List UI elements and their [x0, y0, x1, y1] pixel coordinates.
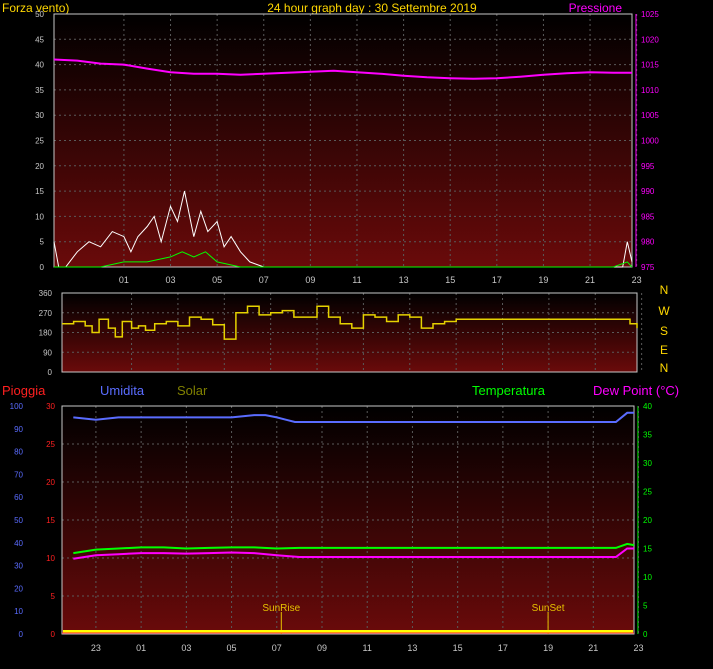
x-tick-label: 01	[136, 643, 146, 653]
weather-chart: Forza vento) 24 hour graph day : 30 Sette…	[2, 1, 679, 653]
x-tick-label: 03	[181, 643, 191, 653]
legend-label: Dew Point (°C)	[593, 383, 679, 398]
tick-label-left: 40	[35, 61, 44, 70]
tick-label-left: 0	[40, 263, 45, 272]
sun-annotation: SunRise	[262, 603, 300, 614]
x-tick-label: 23	[634, 643, 644, 653]
x-tick-label: 13	[399, 275, 409, 285]
humidity-tick-label: 80	[14, 448, 23, 457]
humidity-tick-label: 90	[14, 425, 23, 434]
header-right-label: Pressione	[569, 1, 623, 15]
x-tick-label: 17	[492, 275, 502, 285]
legend-label: Solar	[177, 383, 208, 398]
humidity-tick-label: 20	[14, 584, 23, 593]
tick-label-right: 1025	[641, 10, 659, 19]
compass-label: E	[660, 343, 668, 357]
x-tick-label: 07	[259, 275, 269, 285]
tick-label-right: 985	[641, 212, 655, 221]
legend-label: Temperatura	[472, 383, 546, 398]
tick-label-left: 30	[35, 111, 44, 120]
x-tick-label: 05	[227, 643, 237, 653]
compass-label: W	[658, 304, 670, 318]
compass-label: S	[660, 324, 668, 338]
humidity-tick-label: 10	[14, 607, 23, 616]
x-tick-label: 11	[363, 643, 372, 653]
temp-tick-label: 0	[643, 630, 648, 639]
x-tick-label: 15	[445, 275, 455, 285]
rain-tick-label: 5	[51, 592, 56, 601]
legend-label: Pioggia	[2, 383, 46, 398]
tick-label-left: 10	[35, 212, 44, 221]
compass-label: N	[660, 361, 669, 375]
temp-tick-label: 15	[643, 545, 652, 554]
x-tick-label: 21	[588, 643, 598, 653]
tick-label-right: 1020	[641, 35, 659, 44]
x-tick-label: 05	[212, 275, 222, 285]
sun-annotation: SunSet	[532, 603, 565, 614]
tick-label-right: 975	[641, 263, 655, 272]
direction-tick-label: 270	[39, 309, 53, 318]
tick-label-left: 20	[35, 162, 44, 171]
humidity-tick-label: 30	[14, 562, 23, 571]
humidity-tick-label: 40	[14, 539, 23, 548]
compass-label: N	[660, 283, 669, 297]
rain-tick-label: 30	[46, 402, 55, 411]
tick-label-left: 25	[35, 137, 44, 146]
tick-label-right: 1010	[641, 86, 659, 95]
legend-label: Umidita	[100, 383, 145, 398]
x-tick-label: 11	[352, 275, 361, 285]
humidity-tick-label: 50	[14, 516, 23, 525]
rain-tick-label: 15	[46, 516, 55, 525]
x-tick-label: 09	[305, 275, 315, 285]
humidity-tick-label: 60	[14, 493, 23, 502]
tick-label-right: 1015	[641, 61, 659, 70]
humidity-tick-label: 0	[19, 630, 24, 639]
tick-label-right: 995	[641, 162, 655, 171]
x-tick-label: 17	[498, 643, 508, 653]
x-tick-label: 07	[272, 643, 282, 653]
tick-label-right: 1000	[641, 137, 659, 146]
temp-tick-label: 5	[643, 602, 648, 611]
tick-label-right: 1005	[641, 111, 659, 120]
temp-tick-label: 40	[643, 402, 652, 411]
direction-tick-label: 0	[48, 368, 53, 377]
temp-tick-label: 30	[643, 459, 652, 468]
x-tick-label: 03	[166, 275, 176, 285]
x-tick-label: 19	[543, 643, 553, 653]
direction-tick-label: 360	[39, 289, 53, 298]
temp-tick-label: 10	[643, 573, 652, 582]
rain-tick-label: 25	[46, 440, 55, 449]
x-tick-label: 09	[317, 643, 327, 653]
direction-tick-label: 90	[43, 348, 52, 357]
humidity-tick-label: 70	[14, 470, 23, 479]
tick-label-left: 45	[35, 35, 44, 44]
x-tick-label: 21	[585, 275, 595, 285]
x-tick-label: 23	[632, 275, 642, 285]
direction-tick-label: 180	[39, 329, 53, 338]
x-tick-label: 01	[119, 275, 129, 285]
rain-tick-label: 10	[46, 554, 55, 563]
tick-label-left: 50	[35, 10, 44, 19]
temp-tick-label: 20	[643, 516, 652, 525]
humidity-tick-label: 100	[10, 402, 24, 411]
x-tick-label: 19	[538, 275, 548, 285]
tick-label-left: 5	[40, 238, 45, 247]
x-tick-label: 23	[91, 643, 101, 653]
chart-title: 24 hour graph day : 30 Settembre 2019	[267, 1, 477, 15]
tick-label-left: 35	[35, 86, 44, 95]
temp-tick-label: 35	[643, 431, 652, 440]
tick-label-right: 990	[641, 187, 655, 196]
tick-label-left: 15	[35, 187, 44, 196]
tick-label-right: 980	[641, 238, 655, 247]
rain-tick-label: 0	[51, 630, 56, 639]
x-tick-label: 15	[453, 643, 463, 653]
x-tick-label: 13	[407, 643, 417, 653]
temp-tick-label: 25	[643, 488, 652, 497]
rain-tick-label: 20	[46, 478, 55, 487]
